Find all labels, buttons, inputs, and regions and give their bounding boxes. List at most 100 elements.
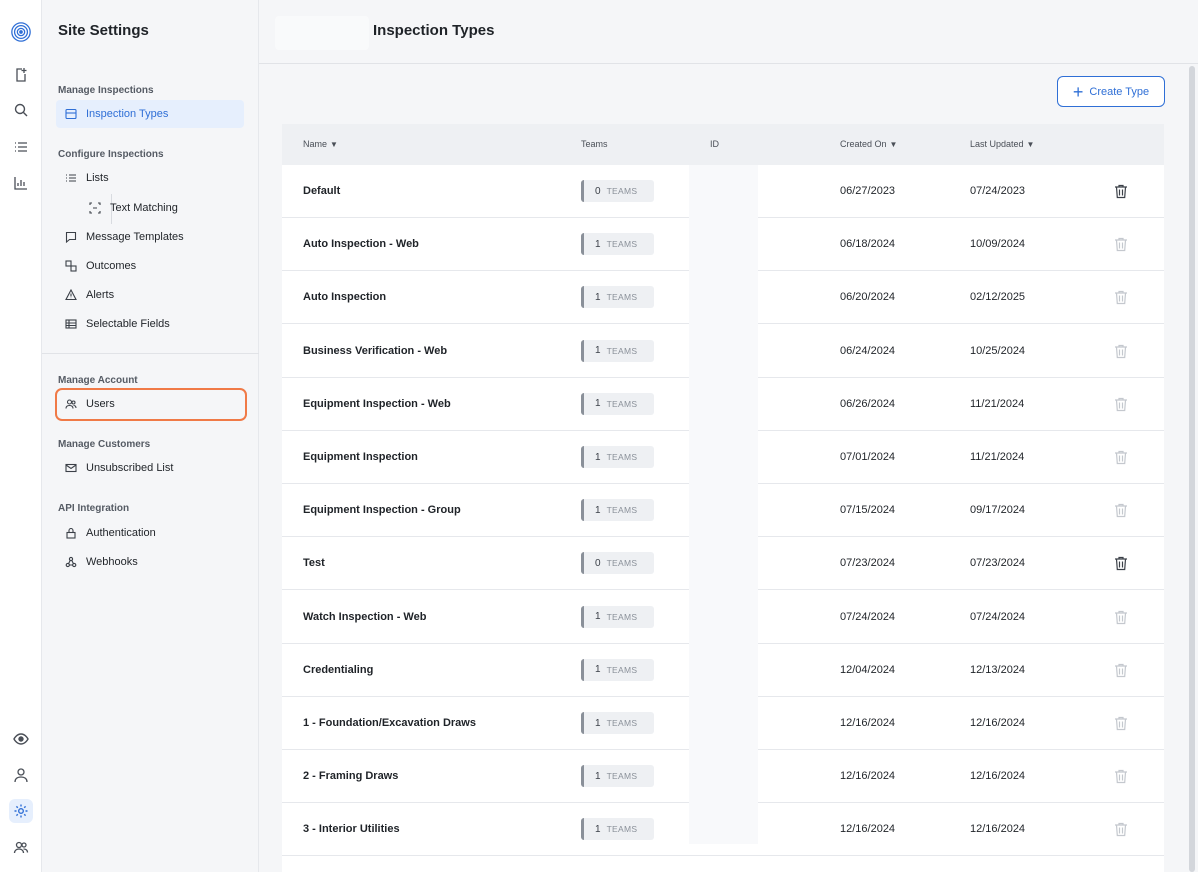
create-type-button[interactable]: + Create Type bbox=[1057, 76, 1165, 107]
row-name: Test bbox=[303, 557, 325, 570]
eye-icon[interactable] bbox=[9, 727, 33, 751]
target-logo-icon[interactable] bbox=[9, 20, 33, 44]
teams-badge: 1 TEAMS bbox=[581, 499, 654, 522]
sidebar-item-label: Webhooks bbox=[86, 556, 138, 568]
sidebar-item-text-matching[interactable]: Text Matching bbox=[80, 194, 244, 222]
teams-badge: 1 TEAMS bbox=[581, 233, 654, 256]
section-api-integration: API Integration bbox=[58, 503, 130, 514]
teams-badge: 1 TEAMS bbox=[581, 658, 654, 681]
webhook-icon bbox=[64, 555, 78, 569]
sidebar-item-selectable-fields[interactable]: Selectable Fields bbox=[56, 310, 244, 338]
teams-count: 1 bbox=[595, 717, 601, 729]
updated-date: 07/24/2023 bbox=[970, 185, 1026, 197]
team-icon[interactable] bbox=[9, 835, 33, 859]
sidebar-item-label: Message Templates bbox=[86, 231, 184, 243]
sidebar-item-label: Text Matching bbox=[110, 202, 178, 214]
sidebar-item-unsubscribed-list[interactable]: Unsubscribed List bbox=[56, 454, 244, 482]
sidebar-item-authentication[interactable]: Authentication bbox=[56, 519, 244, 547]
teams-count: 1 bbox=[595, 770, 601, 782]
teams-count: 1 bbox=[595, 398, 601, 410]
updated-date: 12/16/2024 bbox=[970, 717, 1026, 729]
trash-icon bbox=[1114, 610, 1128, 625]
teams-suffix: TEAMS bbox=[606, 664, 638, 675]
teams-count: 0 bbox=[595, 557, 601, 569]
created-date: 06/18/2024 bbox=[840, 238, 896, 251]
add-document-icon[interactable] bbox=[9, 63, 33, 87]
search-icon[interactable] bbox=[9, 98, 33, 122]
highlight-annotation-users bbox=[55, 388, 247, 421]
teams-suffix: TEAMS bbox=[606, 452, 638, 462]
row-name: Auto Inspection bbox=[303, 291, 387, 304]
sidebar-item-alerts[interactable]: Alerts bbox=[56, 281, 244, 309]
icon-rail bbox=[0, 0, 42, 872]
header-placeholder bbox=[275, 16, 369, 50]
created-date: 06/20/2024 bbox=[840, 291, 896, 304]
section-manage-customers: Manage Customers bbox=[58, 439, 151, 450]
sidebar-item-message-templates[interactable]: Message Templates bbox=[56, 223, 244, 251]
column-header-created[interactable]: Created On ▼ bbox=[840, 139, 897, 149]
teams-suffix: TEAMS bbox=[606, 186, 638, 196]
teams-suffix: TEAMS bbox=[606, 824, 638, 835]
column-header-teams: Teams bbox=[581, 139, 608, 149]
updated-date: 12/16/2024 bbox=[970, 770, 1026, 783]
updated-date: 11/21/2024 bbox=[970, 451, 1025, 463]
column-header-name[interactable]: Name ▼ bbox=[303, 139, 338, 149]
sidebar-item-label: Outcomes bbox=[86, 260, 137, 272]
sidebar-item-inspection-types[interactable]: Inspection Types bbox=[56, 100, 244, 128]
trash-icon[interactable] bbox=[1114, 184, 1128, 199]
created-date: 12/16/2024 bbox=[840, 770, 896, 783]
chart-icon[interactable] bbox=[9, 171, 33, 195]
teams-badge: 1 TEAMS bbox=[581, 446, 654, 468]
sidebar-item-webhooks[interactable]: Webhooks bbox=[56, 548, 244, 576]
section-configure-inspections: Configure Inspections bbox=[58, 149, 164, 160]
row-name: Default bbox=[303, 185, 341, 197]
updated-date: 02/12/2025 bbox=[970, 291, 1026, 304]
inspection-types-table: Name ▼ Teams ID Created On ▼ Last Updated ▼… bbox=[282, 124, 1164, 872]
created-date: 12/16/2024 bbox=[840, 717, 896, 729]
updated-date: 10/25/2024 bbox=[970, 344, 1026, 357]
updated-date: 10/09/2024 bbox=[970, 238, 1026, 251]
sidebar-item-label: Authentication bbox=[86, 527, 156, 539]
teams-suffix: TEAMS bbox=[606, 611, 638, 622]
column-header-updated[interactable]: Last Updated ▼ bbox=[970, 139, 1034, 149]
row-name: Auto Inspection - Web bbox=[303, 238, 419, 251]
teams-suffix: TEAMS bbox=[606, 292, 638, 303]
sort-caret-icon: ▼ bbox=[330, 140, 338, 149]
row-name: Credentialing bbox=[303, 663, 374, 676]
trash-icon bbox=[1114, 237, 1128, 252]
teams-badge: 1 TEAMS bbox=[581, 339, 654, 362]
trash-icon[interactable] bbox=[1114, 556, 1128, 571]
created-date: 07/24/2024 bbox=[840, 610, 896, 623]
updated-date: 11/21/2024 bbox=[970, 397, 1025, 410]
scrollbar-thumb[interactable] bbox=[1189, 66, 1195, 872]
section-manage-account: Manage Account bbox=[58, 375, 138, 386]
trash-icon bbox=[1114, 822, 1128, 837]
teams-suffix: TEAMS bbox=[606, 771, 638, 782]
teams-suffix: TEAMS bbox=[606, 718, 638, 728]
trash-icon bbox=[1114, 503, 1128, 518]
teams-suffix: TEAMS bbox=[606, 345, 638, 356]
user-icon[interactable] bbox=[9, 763, 33, 787]
list-icon[interactable] bbox=[9, 135, 33, 159]
teams-suffix: TEAMS bbox=[606, 505, 638, 516]
trash-icon bbox=[1114, 344, 1128, 359]
teams-badge: 1 TEAMS bbox=[581, 712, 654, 734]
sidebar-divider bbox=[42, 353, 259, 354]
sidebar-item-outcomes[interactable]: Outcomes bbox=[56, 252, 244, 280]
list-icon bbox=[64, 171, 78, 185]
sidebar-item-lists[interactable]: Lists bbox=[56, 164, 244, 192]
gear-icon[interactable] bbox=[9, 799, 33, 823]
column-header-id: ID bbox=[710, 139, 719, 149]
created-date: 12/04/2024 bbox=[840, 663, 896, 676]
create-type-label: Create Type bbox=[1089, 85, 1150, 98]
sort-caret-icon: ▼ bbox=[889, 140, 898, 149]
row-name: 1 - Foundation/Excavation Draws bbox=[303, 717, 476, 729]
row-name: Equipment Inspection bbox=[303, 451, 418, 463]
teams-count: 1 bbox=[595, 345, 601, 357]
mail-off-icon bbox=[64, 461, 78, 475]
teams-count: 1 bbox=[595, 664, 601, 676]
trash-icon bbox=[1114, 290, 1128, 305]
teams-badge: 1 TEAMS bbox=[581, 818, 654, 841]
teams-count: 1 bbox=[595, 451, 601, 463]
sidebar-item-label: Lists bbox=[86, 172, 109, 184]
